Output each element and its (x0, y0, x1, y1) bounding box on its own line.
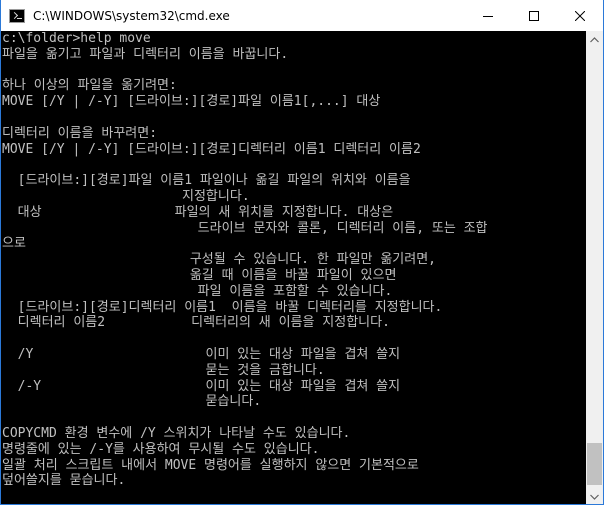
console-line: 구성될 수 있습니다. 한 파일만 옮기려면, (2, 252, 436, 268)
console-line: 드라이브 문자와 콜론, 디렉터리 이름, 또는 조합 (2, 220, 488, 236)
console-area[interactable]: c:\folder>help move 파일을 옮기고 파일과 디렉터리 이름을 … (1, 31, 587, 504)
console-line: MOVE [/Y | /-Y] [드라이브:][경로]파일 이름1[,...] … (2, 94, 381, 110)
console-line: 파일 이름을 포함할 수 있습니다. (2, 283, 393, 299)
console-line: 대상 파일의 새 위치를 지정합니다. 대상은 (2, 204, 394, 220)
console-line: MOVE [/Y | /-Y] [드라이브:][경로]디렉터리 이름1 디렉터리… (2, 141, 421, 157)
console-line: 디렉터리 이름2 디렉터리의 새 이름을 지정합니다. (2, 315, 390, 331)
console-line: /Y 이미 있는 대상 파일을 겹쳐 쓸지 (2, 346, 401, 362)
scroll-thumb[interactable] (587, 443, 602, 485)
scroll-up-button[interactable] (586, 31, 603, 48)
minimize-button[interactable] (465, 0, 511, 31)
console-line: 지정합니다. (2, 188, 250, 204)
cmd-window: C:\WINDOWS\system32\cmd.exe c:\folder>he… (0, 0, 604, 505)
arrow-down-icon (590, 494, 599, 500)
maximize-icon (529, 10, 539, 21)
console-line: 덮어쓸지를 묻습니다. (2, 473, 126, 489)
arrow-up-icon (590, 36, 599, 42)
console-line: 명령줄에 있는 /-Y를 사용하여 무시될 수도 있습니다. (2, 441, 320, 457)
vertical-scrollbar[interactable] (586, 31, 603, 504)
close-icon (575, 10, 585, 21)
console-line: 으로 (2, 236, 26, 252)
window-title: C:\WINDOWS\system32\cmd.exe (33, 8, 230, 23)
console-line: 묻는 것을 금합니다. (2, 362, 325, 378)
console-icon[interactable] (9, 8, 25, 23)
console-line: 일괄 처리 스크립트 내에서 MOVE 명령어를 실행하지 않으면 기본적으로 (2, 457, 419, 473)
console-line: 하나 이상의 파일을 옮기려면: (2, 78, 177, 94)
minimize-icon (483, 15, 493, 17)
title-bar[interactable]: C:\WINDOWS\system32\cmd.exe (1, 0, 603, 31)
console-line: c:\folder>help move (2, 31, 151, 46)
console-line: 옮길 때 이름을 바꿀 파일이 있으면 (2, 267, 397, 283)
window-controls (465, 0, 603, 31)
maximize-button[interactable] (511, 0, 557, 31)
console-line: 파일을 옮기고 파일과 디렉터리 이름을 바꿉니다. (2, 46, 289, 62)
console-line: /-Y 이미 있는 대상 파일을 겹쳐 쓸지 (2, 378, 401, 394)
scroll-track[interactable] (586, 48, 603, 488)
console-output: c:\folder>help move 파일을 옮기고 파일과 디렉터리 이름을 … (1, 31, 587, 504)
scroll-down-button[interactable] (586, 488, 603, 504)
console-line: COPYCMD 환경 변수에 /Y 스위치가 나타날 수도 있습니다. (2, 425, 351, 441)
console-line: [드라이브:][경로]파일 이름1 파일이나 옮길 파일의 위치와 이름을 (2, 173, 411, 189)
console-line: 묻습니다. (2, 394, 262, 410)
console-line: 디렉터리 이름을 바꾸려면: (2, 125, 158, 141)
close-button[interactable] (557, 0, 603, 31)
console-line: [드라이브:][경로]디렉터리 이름1 이름을 바꿀 디렉터리를 지정합니다. (2, 299, 443, 315)
